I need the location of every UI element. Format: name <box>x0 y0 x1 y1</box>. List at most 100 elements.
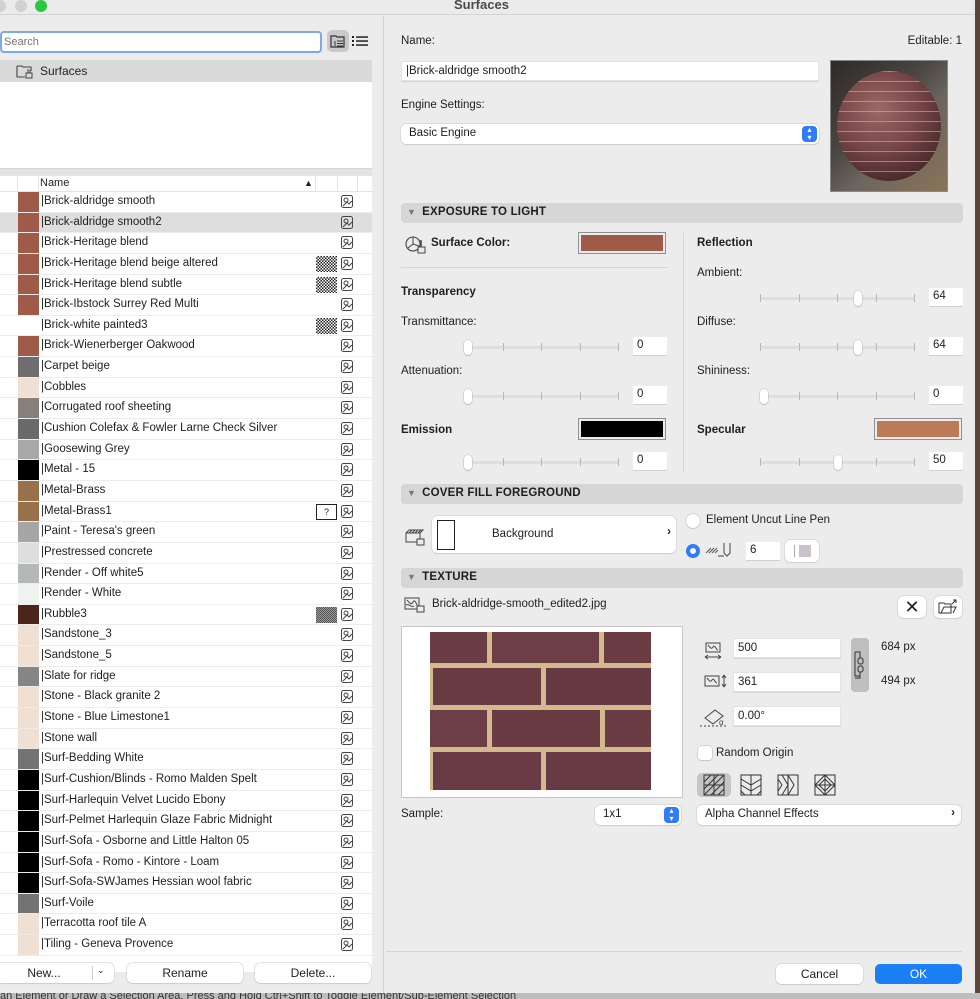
slider-knob[interactable] <box>464 455 472 470</box>
sort-ascending-icon[interactable]: ▲ <box>304 178 313 188</box>
table-row[interactable]: |Surf-Pelmet Harlequin Glaze Fabric Midn… <box>0 811 372 832</box>
section-cover-fill-foreground[interactable]: ▼ COVER FILL FOREGROUND <box>401 484 963 504</box>
slider-knob[interactable] <box>854 291 863 306</box>
ok-button[interactable]: OK <box>875 964 962 984</box>
table-row[interactable]: |Metal-Brass1? <box>0 501 372 523</box>
specular-slider[interactable] <box>760 455 915 470</box>
table-row[interactable]: |Render - White <box>0 584 372 605</box>
table-row[interactable]: |Surf-Sofa - Romo - Kintore - Loam <box>0 852 372 874</box>
table-row[interactable]: |Slate for ridge <box>0 666 372 688</box>
attenuation-value[interactable]: 0 <box>633 386 667 404</box>
table-row[interactable]: |Brick-Heritage blend <box>0 233 372 254</box>
random-origin-checkbox[interactable] <box>698 746 712 760</box>
shininess-slider[interactable] <box>760 389 915 404</box>
specular-color-swatch[interactable] <box>874 418 962 440</box>
section-exposure-to-light[interactable]: ▼ EXPOSURE TO LIGHT <box>401 203 963 223</box>
ambient-slider[interactable] <box>760 291 915 306</box>
table-row[interactable]: |Sandstone_5 <box>0 646 372 667</box>
slider-knob[interactable] <box>854 340 863 355</box>
table-row[interactable]: |Brick-white painted3 <box>0 315 372 337</box>
slider-knob[interactable] <box>464 340 472 355</box>
emission-slider[interactable] <box>464 455 619 470</box>
slider-knob[interactable] <box>833 455 842 470</box>
table-row[interactable]: |Cobbles <box>0 377 372 399</box>
slider-knob[interactable] <box>760 389 768 404</box>
sample-select[interactable]: 1x1 ▴ ▾ <box>595 805 681 825</box>
section-texture[interactable]: ▼ TEXTURE <box>401 568 963 588</box>
table-row[interactable]: |Paint - Teresa's green <box>0 522 372 543</box>
table-row[interactable]: |Brick-Heritage blend beige altered <box>0 253 372 275</box>
delete-button[interactable]: Delete... <box>255 963 371 983</box>
cancel-button[interactable]: Cancel <box>776 964 863 984</box>
table-row[interactable]: |Tiling - Geneva Provence <box>0 935 372 956</box>
folder-view-button[interactable] <box>327 30 349 52</box>
table-row[interactable]: |Stone - Black granite 2 <box>0 687 372 709</box>
diffuse-value[interactable]: 64 <box>929 337 963 355</box>
tile-mode-normal-button[interactable] <box>697 773 731 797</box>
new-surface-button[interactable]: New... ⌄ <box>0 963 114 983</box>
table-row[interactable]: |Sandstone_3 <box>0 625 372 647</box>
cover-fill-select[interactable]: Background › <box>432 516 676 553</box>
texture-width-input[interactable]: 500 <box>733 638 841 658</box>
table-row[interactable]: |Stone wall <box>0 728 372 750</box>
minimize-window-button[interactable] <box>15 0 27 12</box>
remove-texture-button[interactable]: ✕ <box>898 596 926 618</box>
pane-splitter[interactable] <box>0 168 372 176</box>
table-row[interactable]: |Stone - Blue Limestone1 <box>0 708 372 729</box>
table-row[interactable]: |Brick-aldridge smooth2 <box>0 212 372 234</box>
table-row[interactable]: |Surf-Sofa - Osborne and Little Halton 0… <box>0 831 372 853</box>
table-row[interactable]: |Metal-Brass <box>0 480 372 502</box>
surface-name-input[interactable]: |Brick-aldridge smooth2 <box>401 61 819 81</box>
table-row[interactable]: |Brick-Wienerberger Oakwood <box>0 336 372 358</box>
rename-button[interactable]: Rename <box>127 963 243 983</box>
column-header-name[interactable]: Name <box>40 177 69 189</box>
table-row[interactable]: |Surf-Harlequin Velvet Lucido Ebony <box>0 790 372 812</box>
emission-value[interactable]: 0 <box>633 452 667 470</box>
table-row[interactable]: |Carpet beige <box>0 357 372 378</box>
tile-mode-mirror-xy-button[interactable] <box>808 773 842 797</box>
table-row[interactable]: |Goosewing Grey <box>0 439 372 461</box>
close-window-button[interactable] <box>0 0 6 12</box>
search-input[interactable] <box>0 31 322 53</box>
lock-proportions-button[interactable] <box>851 638 869 692</box>
table-row[interactable]: |Surf-Sofa-SWJames Hessian wool fabric <box>0 873 372 894</box>
table-row[interactable]: |Brick-Ibstock Surrey Red Multi <box>0 295 372 316</box>
table-row[interactable]: |Surf-Bedding White <box>0 749 372 770</box>
table-row[interactable]: |Brick-Heritage blend subtle <box>0 274 372 296</box>
texture-angle-input[interactable]: 0.00° <box>733 706 841 726</box>
table-row[interactable]: |Brick-aldridge smooth <box>0 192 372 213</box>
uncut-line-pen-radio[interactable] <box>686 514 700 528</box>
specular-value[interactable]: 50 <box>929 452 963 470</box>
table-row[interactable]: |Corrugated roof sheeting <box>0 398 372 420</box>
pen-color-button[interactable] <box>785 540 819 562</box>
attenuation-slider[interactable] <box>464 389 619 404</box>
table-row[interactable]: |Prestressed concrete <box>0 542 372 564</box>
table-row[interactable]: |Rubble3 <box>0 604 372 626</box>
list-view-button[interactable] <box>349 30 371 52</box>
ambient-value[interactable]: 64 <box>929 288 963 306</box>
table-row[interactable]: |Surf-Cushion/Blinds - Romo Malden Spelt <box>0 769 372 791</box>
alpha-channel-effects-button[interactable]: Alpha Channel Effects › <box>697 805 961 825</box>
engine-select[interactable]: Basic Engine ▴ ▾ <box>401 124 819 144</box>
diffuse-slider[interactable] <box>760 340 915 355</box>
surface-color-swatch[interactable] <box>578 232 666 254</box>
slider-knob[interactable] <box>464 389 472 404</box>
table-row[interactable]: |Cushion Colefax & Fowler Larne Check Si… <box>0 419 372 440</box>
table-row[interactable]: |Terracotta roof tile A <box>0 914 372 936</box>
custom-pen-radio[interactable] <box>686 544 700 558</box>
zoom-window-button[interactable] <box>35 0 47 12</box>
transmittance-slider[interactable] <box>464 340 619 355</box>
tile-mode-mirror-x-button[interactable] <box>734 773 768 797</box>
texture-height-input[interactable]: 361 <box>733 672 841 692</box>
tree-item-surfaces[interactable]: Surfaces <box>0 60 372 82</box>
table-row[interactable]: |Render - Off white5 <box>0 563 372 585</box>
tile-mode-mirror-y-button[interactable] <box>771 773 805 797</box>
chevron-down-icon[interactable]: ⌄ <box>97 965 105 976</box>
pen-number-input[interactable]: 6 <box>746 542 780 560</box>
load-texture-button[interactable] <box>934 596 962 618</box>
emission-color-swatch[interactable] <box>578 418 666 440</box>
transmittance-value[interactable]: 0 <box>633 337 667 355</box>
table-row[interactable]: |Surf-Voile <box>0 893 372 915</box>
table-row[interactable]: |Metal - 15 <box>0 460 372 481</box>
shininess-value[interactable]: 0 <box>929 386 963 404</box>
